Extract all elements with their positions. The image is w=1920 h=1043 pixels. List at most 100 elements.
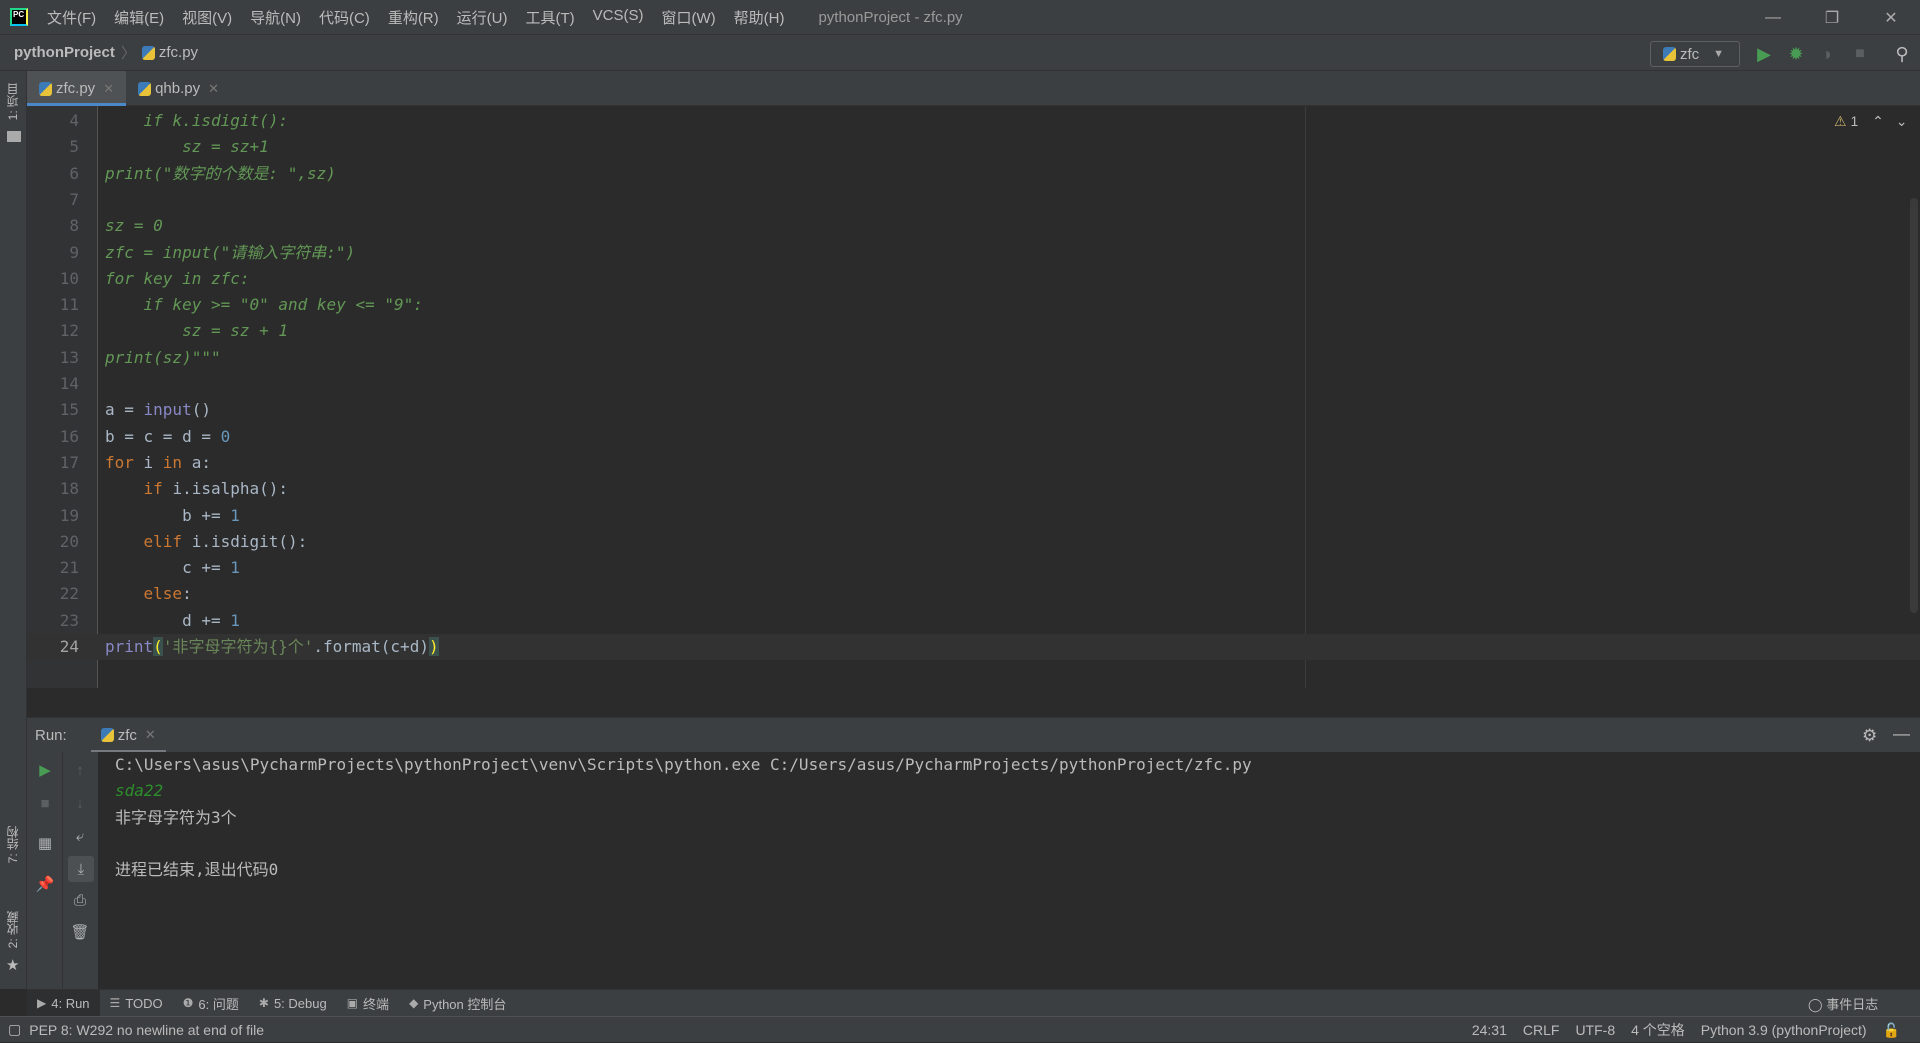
stop-icon[interactable]: ■ xyxy=(35,793,55,813)
soft-wrap-icon[interactable]: ⤶ xyxy=(70,826,90,846)
layout-icon[interactable]: ▦ xyxy=(35,833,55,853)
run-tab-zfc[interactable]: zfc ✕ xyxy=(90,718,166,753)
breadcrumb-project[interactable]: pythonProject xyxy=(14,44,115,61)
code-token: else xyxy=(143,584,183,604)
menu-item[interactable]: 帮助(H) xyxy=(734,7,785,28)
structure-tool-button[interactable]: 7: 结构 xyxy=(4,826,21,863)
menu-item[interactable]: 导航(N) xyxy=(250,7,301,28)
line-number: 19 xyxy=(59,505,79,525)
code-editor[interactable]: 4 if k.isdigit(): 5 sz = sz+1 6 print("数字的个… xyxy=(27,106,1920,688)
menu-item[interactable]: 重构(R) xyxy=(388,7,439,28)
code-token: in xyxy=(162,452,192,472)
close-button[interactable]: ✕ xyxy=(1862,0,1920,35)
lock-icon[interactable]: 🔓 xyxy=(1883,1022,1900,1039)
indent-setting[interactable]: 4 个空格 xyxy=(1631,1020,1685,1040)
tool-window-bar: ▶ 4: Run ☰ TODO ❶ 6: 问题 ✱ 5: Debug ▣ 终端 ◆ Python 控制… xyxy=(27,989,1920,1017)
python-interpreter[interactable]: Python 3.9 (pythonProject) xyxy=(1701,1022,1867,1038)
line-code: elif i.isdigit(): xyxy=(105,529,308,555)
event-log-button[interactable]: ◯ 事件日志 xyxy=(1808,994,1878,1013)
minimize-button[interactable]: — xyxy=(1744,0,1802,35)
search-icon[interactable]: ⚲ xyxy=(1892,44,1912,64)
menu-item[interactable]: 文件(F) xyxy=(47,7,96,28)
coverage-icon[interactable]: ◗ xyxy=(1818,44,1838,64)
tool-window-button[interactable]: ☰ TODO xyxy=(100,990,173,1017)
line-code: d += 1 xyxy=(105,608,240,634)
menu-bar: PC 文件(F) 编辑(E) 视图(V) 导航(N) 代码(C) 重构(R) 运行(U) 工具… xyxy=(0,0,1920,35)
editor-tab[interactable]: qhb.py ✕ xyxy=(126,71,231,106)
status-bar: ▢ PEP 8: W292 no newline at end of file … xyxy=(0,1016,1920,1042)
editor-tabs: zfc.py ✕ qhb.py ✕ xyxy=(27,71,1920,106)
warning-icon: ⚠ xyxy=(1834,113,1847,129)
line-code: print("数字的个数是: ",sz) xyxy=(105,161,336,187)
editor-tab[interactable]: zfc.py ✕ xyxy=(27,71,127,106)
project-tool-button[interactable]: 1: 项目 xyxy=(4,83,21,120)
run-icon[interactable]: ▶ xyxy=(1754,44,1774,64)
stop-icon[interactable]: ■ xyxy=(1850,44,1870,64)
menu-item[interactable]: 窗口(W) xyxy=(661,7,715,28)
line-code: zfc = input("请输入字符串:") xyxy=(105,240,355,266)
tool-window-label: 6: 问题 xyxy=(198,996,239,1012)
menu-item[interactable]: 视图(V) xyxy=(182,7,232,28)
line-number: 17 xyxy=(59,452,79,472)
line-code: if i.isalpha(): xyxy=(105,476,289,502)
pin-icon[interactable]: 📌 xyxy=(35,874,55,894)
python-file-icon xyxy=(141,45,155,60)
tool-window-label: 5: Debug xyxy=(273,995,327,1011)
code-line: 15 a = input() xyxy=(27,397,1920,423)
editor-scrollbar[interactable] xyxy=(1910,198,1918,613)
next-highlight-icon[interactable]: ⌄ xyxy=(1896,113,1908,129)
code-line: 18 if i.isalpha(): xyxy=(27,476,1920,502)
arrow-down-icon[interactable]: ↓ xyxy=(70,793,90,813)
line-number: 13 xyxy=(59,347,79,367)
caret-position[interactable]: 24:31 xyxy=(1472,1022,1507,1038)
line-number: 4 xyxy=(69,111,79,130)
menu-item[interactable]: 运行(U) xyxy=(457,7,508,28)
file-encoding[interactable]: UTF-8 xyxy=(1575,1022,1615,1038)
code-line: 14 xyxy=(27,371,1920,397)
tool-window-button[interactable]: ✱ 5: Debug xyxy=(249,990,337,1017)
breadcrumb-file[interactable]: zfc.py xyxy=(159,44,198,61)
close-icon[interactable]: ✕ xyxy=(208,81,219,97)
inspection-widget[interactable]: ⚠ 1 ⌃ ⌄ xyxy=(1834,113,1908,130)
hide-panel-icon[interactable]: — xyxy=(1893,724,1910,744)
scroll-to-end-icon[interactable]: ⤓ xyxy=(68,856,94,882)
code-token: elif xyxy=(143,531,192,551)
favorites-tool-button[interactable]: 2: 收藏 xyxy=(4,911,21,948)
close-icon[interactable]: ✕ xyxy=(103,81,114,97)
toggle-tool-windows-icon[interactable]: ▢ xyxy=(8,1021,21,1038)
line-code: a = input() xyxy=(105,397,211,423)
code-token: '非字母字符为{}个' xyxy=(162,637,314,656)
line-separator[interactable]: CRLF xyxy=(1523,1022,1560,1038)
line-number: 16 xyxy=(59,426,79,446)
tool-window-button[interactable]: ❶ 6: 问题 xyxy=(173,990,249,1017)
trash-icon[interactable]: 🗑 xyxy=(70,922,90,942)
tool-window-button[interactable]: ◆ Python 控制台 xyxy=(399,990,516,1017)
console-toolbar: ↑ ↓ ⤶ ⤓ ⎙ 🗑 xyxy=(62,752,98,989)
debug-icon[interactable]: ✹ xyxy=(1786,44,1806,64)
run-console[interactable]: ▶ ■ ▦ 📌 ↑ ↓ ⤶ ⤓ ⎙ 🗑 C:\Users\asus\Pychar… xyxy=(27,752,1920,989)
tool-window-button[interactable]: ▣ 终端 xyxy=(337,990,399,1017)
code-line: 10 for key in zfc: xyxy=(27,266,1920,292)
gear-icon[interactable]: ⚙ xyxy=(1862,726,1877,746)
menu-item[interactable]: 工具(T) xyxy=(525,7,574,28)
arrow-up-icon[interactable]: ↑ xyxy=(70,760,90,780)
menu-item[interactable]: 编辑(E) xyxy=(114,7,164,28)
print-icon[interactable]: ⎙ xyxy=(70,890,90,910)
tool-window-button[interactable]: ▶ 4: Run xyxy=(27,989,100,1017)
code-token: b = c = d = xyxy=(105,426,221,446)
menu-item[interactable]: VCS(S) xyxy=(593,7,644,28)
code-token: sz = sz+1 xyxy=(105,137,269,157)
tab-label: qhb.py xyxy=(155,80,201,97)
run-configuration-dropdown[interactable]: zfc ▼ xyxy=(1650,41,1740,67)
code-line: 24 print('非字母字符为{}个'.format(c+d)) xyxy=(27,634,1920,660)
tool-window-label: 4: Run xyxy=(51,995,90,1011)
code-line: 20 elif i.isdigit(): xyxy=(27,529,1920,555)
menu-item[interactable]: 代码(C) xyxy=(319,7,370,28)
rerun-icon[interactable]: ▶ xyxy=(35,760,55,780)
code-line: 12 sz = sz + 1 xyxy=(27,318,1920,344)
close-icon[interactable]: ✕ xyxy=(145,727,156,743)
restore-button[interactable]: ❐ xyxy=(1803,0,1861,35)
previous-highlight-icon[interactable]: ⌃ xyxy=(1872,113,1884,129)
code-token: sz = 0 xyxy=(105,216,163,236)
code-token: print xyxy=(105,637,154,656)
